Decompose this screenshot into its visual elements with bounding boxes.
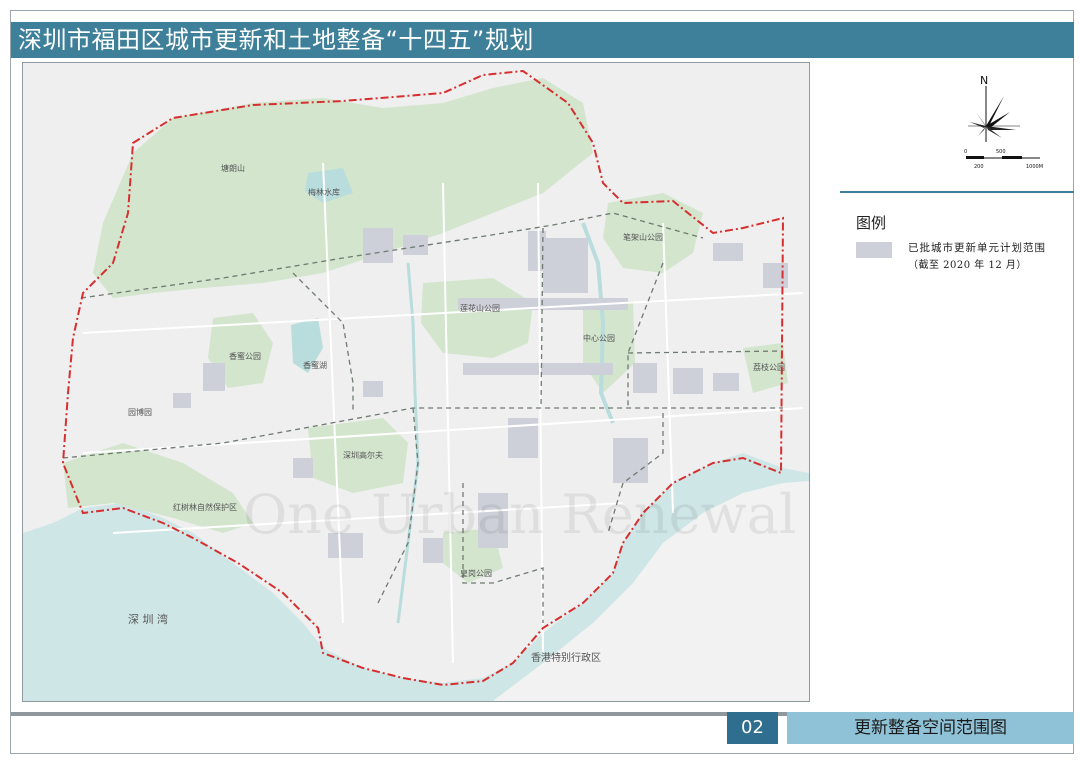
label-lianhuashan: 莲花山公园	[460, 303, 500, 313]
approved-unit	[613, 438, 648, 483]
approved-unit	[363, 381, 383, 397]
north-label: N	[980, 74, 988, 87]
watermark: One Urban Renewal	[243, 483, 796, 546]
label-mangrove: 红树林自然保护区	[173, 502, 237, 512]
scale-tick-500: 500	[996, 149, 1006, 155]
label-golf: 深圳高尔夫	[343, 450, 383, 460]
approved-unit	[633, 363, 657, 393]
page-title: 深圳市福田区城市更新和土地整备“十四五”规划	[18, 26, 534, 54]
approved-unit	[763, 263, 788, 288]
approved-unit	[673, 368, 703, 394]
label-exhibition: 园博园	[128, 407, 152, 417]
legend-swatch-approved	[856, 242, 892, 258]
approved-unit	[293, 458, 313, 478]
approved-unit	[713, 373, 739, 391]
label-shenzhen-bay: 深 圳 湾	[128, 612, 168, 626]
scale-tick-0: 0	[964, 149, 967, 155]
label-meilin: 梅林水库	[308, 187, 340, 197]
approved-unit	[403, 235, 428, 255]
approved-unit	[363, 228, 393, 263]
scale-bar	[966, 156, 1040, 159]
approved-unit	[173, 393, 191, 408]
compass-rose: N 0 500 200 1000M	[964, 74, 1043, 170]
approved-unit	[463, 363, 613, 375]
north-arrow-icon	[968, 86, 1020, 142]
label-lizhi: 荔枝公园	[753, 362, 785, 372]
page-number: 02	[727, 712, 778, 744]
label-xiangmi-park: 香蜜公园	[229, 351, 261, 361]
compass-block: N 0 500 200 1000M	[960, 72, 1060, 182]
label-xiangmi-lake: 香蜜湖	[303, 360, 327, 370]
label-tanglang: 塘朗山	[221, 163, 245, 173]
legend-note: （截至 2020 年 12 月）	[908, 260, 1027, 271]
label-bijiashan: 笔架山公园	[623, 232, 663, 242]
legend-title: 图例	[856, 214, 887, 232]
legend-divider	[840, 191, 1074, 193]
approved-unit	[543, 238, 588, 293]
map-panel[interactable]: 塘朗山 梅林水库 笔架山公园 莲花山公园 香蜜公园 香蜜湖 中心公园 荔枝公园 …	[22, 62, 810, 702]
legend-label-approved: 已批城市更新单元计划范围	[908, 242, 1046, 254]
district-map: 塘朗山 梅林水库 笔架山公园 莲花山公园 香蜜公园 香蜜湖 中心公园 荔枝公园 …	[23, 63, 809, 701]
label-hk: 香港特别行政区	[531, 651, 601, 664]
scale-tick-1000: 1000M	[1026, 164, 1043, 170]
approved-unit	[203, 363, 225, 391]
section-title: 更新整备空间范围图	[787, 712, 1074, 744]
approved-unit	[713, 243, 743, 261]
label-central-park: 中心公园	[583, 333, 615, 343]
label-huanggang: 皇岗公园	[460, 568, 492, 578]
scale-tick-200: 200	[974, 164, 984, 170]
